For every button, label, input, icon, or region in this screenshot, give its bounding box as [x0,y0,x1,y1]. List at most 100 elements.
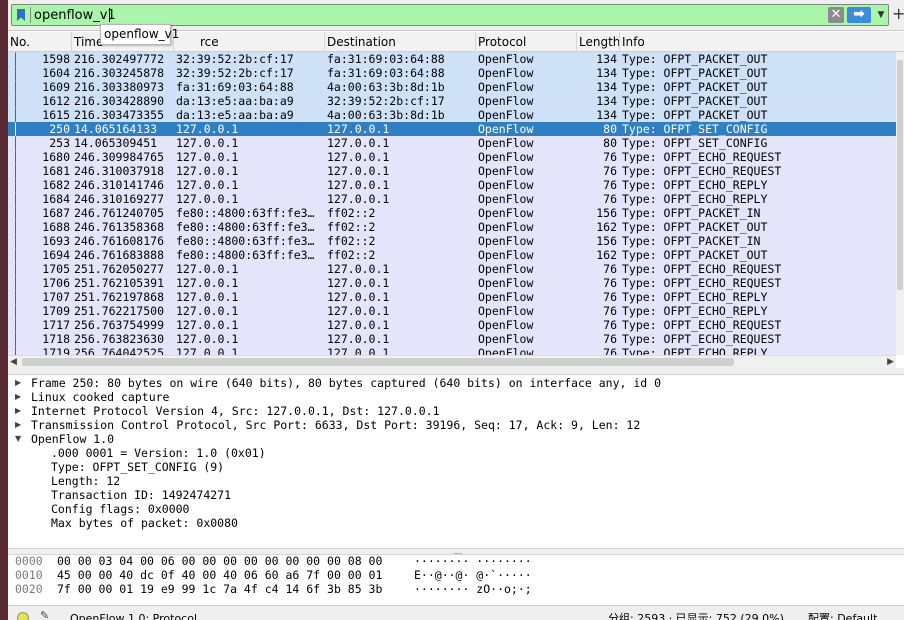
expand-arrow-right-icon[interactable]: ▶ [15,418,23,432]
detail-tree-item[interactable]: ▼ OpenFlow 1.0 [8,432,904,446]
hex-row[interactable]: 0020 7f 00 00 01 19 e9 99 1c 7a 4f c4 14 … [8,582,904,596]
clear-filter-button[interactable]: ✕ [828,7,844,23]
column-header-no[interactable]: No. [8,32,72,52]
packet-cell-src: 127.0.0.1 [176,192,239,206]
packet-cell-dst: 127.0.0.1 [327,318,390,332]
packet-details-pane[interactable]: ▶ Frame 250: 80 bytes on wire (640 bits),… [8,375,904,548]
packet-cell-dst: 32:39:52:2b:cf:17 [327,94,445,108]
expert-info-indicator-icon[interactable] [17,612,29,620]
expand-arrow-right-icon[interactable]: ▶ [15,390,23,404]
packet-cell-dst: 4a:00:63:3b:8d:1b [327,108,445,122]
packet-cell-src: fa:31:69:03:64:88 [176,80,294,94]
detail-tree-item[interactable]: Length: 12 [8,474,904,488]
packet-cell-src: fe80::4800:63ff:fe3… [176,206,315,220]
packet-row[interactable]: │ 1615 216.303473355 da:13:e5:aa:ba:a9 4a:00… [8,108,896,122]
packet-cell-src: 127.0.0.1 [176,150,239,164]
packet-cell-proto: OpenFlow [478,80,534,94]
packet-row[interactable]: │ 1717 256.763754999 127.0.0.1 127.0.0.1 Open… [8,318,896,332]
packet-cell-src: 127.0.0.1 [176,136,239,150]
packet-cell-dst: ff02::2 [327,206,376,220]
packet-list-vertical-scrollbar[interactable] [896,52,904,355]
packet-row[interactable]: │ 1604 216.303245878 32:39:52:2b:cf:17 fa:31… [8,66,896,80]
filter-history-dropdown[interactable]: ▼ [875,7,887,23]
packet-row[interactable]: │ 1705 251.762050277 127.0.0.1 127.0.0.1 Open… [8,262,896,276]
packet-row[interactable]: │ 1709 251.762217500 127.0.0.1 127.0.0.1 Open… [8,304,896,318]
hex-row[interactable]: 0000 00 00 03 04 00 06 00 00 00 00 00 00 … [8,554,904,568]
packet-cell-src: fe80::4800:63ff:fe3… [176,234,315,248]
packet-cell-len: 156 [596,234,617,248]
detail-tree-item[interactable]: ▶ Transmission Control Protocol, Src Port… [8,418,904,432]
packet-row[interactable]: │ 1688 246.761358368 fe80::4800:63ff:fe3… ff… [8,220,896,234]
column-header-length[interactable]: Length [577,32,620,52]
detail-tree-item[interactable]: ▶ Linux cooked capture [8,390,904,404]
detail-tree-item[interactable]: Transaction ID: 1492474271 [8,488,904,502]
detail-tree-item[interactable]: ▶ Internet Protocol Version 4, Src: 127.0… [8,404,904,418]
packet-cell-no: 1609 [42,80,70,94]
detail-tree-label: Transaction ID: 1492474271 [51,488,232,502]
packet-row[interactable]: │ 1687 246.761240705 fe80::4800:63ff:fe3… ff… [8,206,896,220]
detail-tree-item[interactable]: .000 0001 = Version: 1.0 (0x01) [8,446,904,460]
packet-row[interactable]: │ 1612 216.303428890 da:13:e5:aa:ba:a9 32:39… [8,94,896,108]
detail-tree-item[interactable]: Max bytes of packet: 0x0080 [8,516,904,530]
add-filter-button-button[interactable]: + [892,5,904,23]
pane-splitter[interactable] [8,368,904,375]
packet-row[interactable]: │ 1609 216.303380973 fa:31:69:03:64:88 4a:00… [8,80,896,94]
filter-bookmark-button[interactable] [14,7,28,23]
packet-cell-info: Type: OFPT_ECHO_REPLY [622,304,768,318]
packet-row[interactable]: │ 250 14.065164133 127.0.0.1 127.0.0.1 OpenFl… [8,122,896,136]
packet-list[interactable]: │ 1598 216.302497772 32:39:52:2b:cf:17 fa:31… [8,52,896,355]
status-profile[interactable]: 配置: Default [808,611,877,620]
detail-tree-item[interactable]: Type: OFPT_SET_CONFIG (9) [8,460,904,474]
packet-list-horizontal-scrollbar[interactable]: ◀ ▶ [8,355,896,368]
column-header-source[interactable]: rce [174,32,325,52]
hex-row[interactable]: 0010 45 00 00 40 dc 0f 40 00 40 06 60 a6 … [8,568,904,582]
scroll-right-icon[interactable]: ▶ [887,356,894,368]
detail-tree-label: Max bytes of packet: 0x0080 [51,516,238,530]
filter-autocomplete-item[interactable]: openflow_v1 [100,24,179,45]
hex-ascii: ········ ········ [414,554,532,568]
packet-row[interactable]: │ 1718 256.763823630 127.0.0.1 127.0.0.1 Open… [8,332,896,346]
packet-cell-no: 1682 [42,178,70,192]
packet-cell-proto: OpenFlow [478,262,534,276]
packet-cell-proto: OpenFlow [478,108,534,122]
packet-row[interactable]: │ 1684 246.310169277 127.0.0.1 127.0.0.1 Open… [8,192,896,206]
apply-filter-button[interactable]: ➡ [847,7,871,23]
expand-arrow-right-icon[interactable]: ▶ [15,404,23,418]
detail-tree-item[interactable]: ▶ Frame 250: 80 bytes on wire (640 bits),… [8,376,904,390]
packet-row[interactable]: │ 1680 246.309984765 127.0.0.1 127.0.0.1 Open… [8,150,896,164]
scrollbar-thumb[interactable] [22,358,734,366]
column-header-protocol[interactable]: Protocol [476,32,577,52]
packet-bytes-pane[interactable]: 0000 00 00 03 04 00 06 00 00 00 00 00 00 … [8,554,904,605]
packet-row[interactable]: │ 1719 256.764042525 127.0.0.1 127.0.0.1 Open… [8,346,896,355]
packet-row[interactable]: │ 1682 246.310141746 127.0.0.1 127.0.0.1 Open… [8,178,896,192]
packet-row[interactable]: │ 1598 216.302497772 32:39:52:2b:cf:17 fa:31… [8,52,896,66]
expand-arrow-right-icon[interactable]: ▶ [15,376,23,390]
packet-cell-time: 256.763754999 [74,318,165,332]
packet-cell-proto: OpenFlow [478,52,534,66]
packet-cell-time: 246.761240705 [74,206,165,220]
text-caret [109,8,110,22]
packet-cell-src: fe80::4800:63ff:fe3… [176,248,315,262]
packet-row[interactable]: │ 1694 246.761683888 fe80::4800:63ff:fe3… ff… [8,248,896,262]
packet-row[interactable]: │ 253 14.065309451 127.0.0.1 127.0.0.1 OpenFl… [8,136,896,150]
display-filter-input[interactable] [34,6,814,24]
column-header-info[interactable]: Info [620,32,904,52]
packet-row[interactable]: │ 1681 246.310037918 127.0.0.1 127.0.0.1 Open… [8,164,896,178]
hex-offset: 0010 [15,568,43,582]
packet-cell-proto: OpenFlow [478,290,534,304]
expand-arrow-down-icon[interactable]: ▼ [15,432,23,446]
packet-cell-dst: 127.0.0.1 [327,164,390,178]
packet-cell-no: 1719 [42,346,70,355]
packet-row[interactable]: │ 1706 251.762105391 127.0.0.1 127.0.0.1 Open… [8,276,896,290]
detail-tree-label: Length: 12 [51,474,121,488]
packet-cell-proto: OpenFlow [478,234,534,248]
detail-tree-item[interactable]: Config flags: 0x0000 [8,502,904,516]
packet-row[interactable]: │ 1693 246.761608176 fe80::4800:63ff:fe3… ff… [8,234,896,248]
edit-comment-icon[interactable]: ✎ [40,608,54,620]
packet-cell-len: 76 [603,276,617,290]
scroll-left-icon[interactable]: ◀ [10,356,17,368]
packet-cell-no: 1612 [42,94,70,108]
scrollbar-thumb[interactable] [897,60,903,290]
column-header-destination[interactable]: Destination [325,32,476,52]
packet-row[interactable]: │ 1707 251.762197868 127.0.0.1 127.0.0.1 Open… [8,290,896,304]
